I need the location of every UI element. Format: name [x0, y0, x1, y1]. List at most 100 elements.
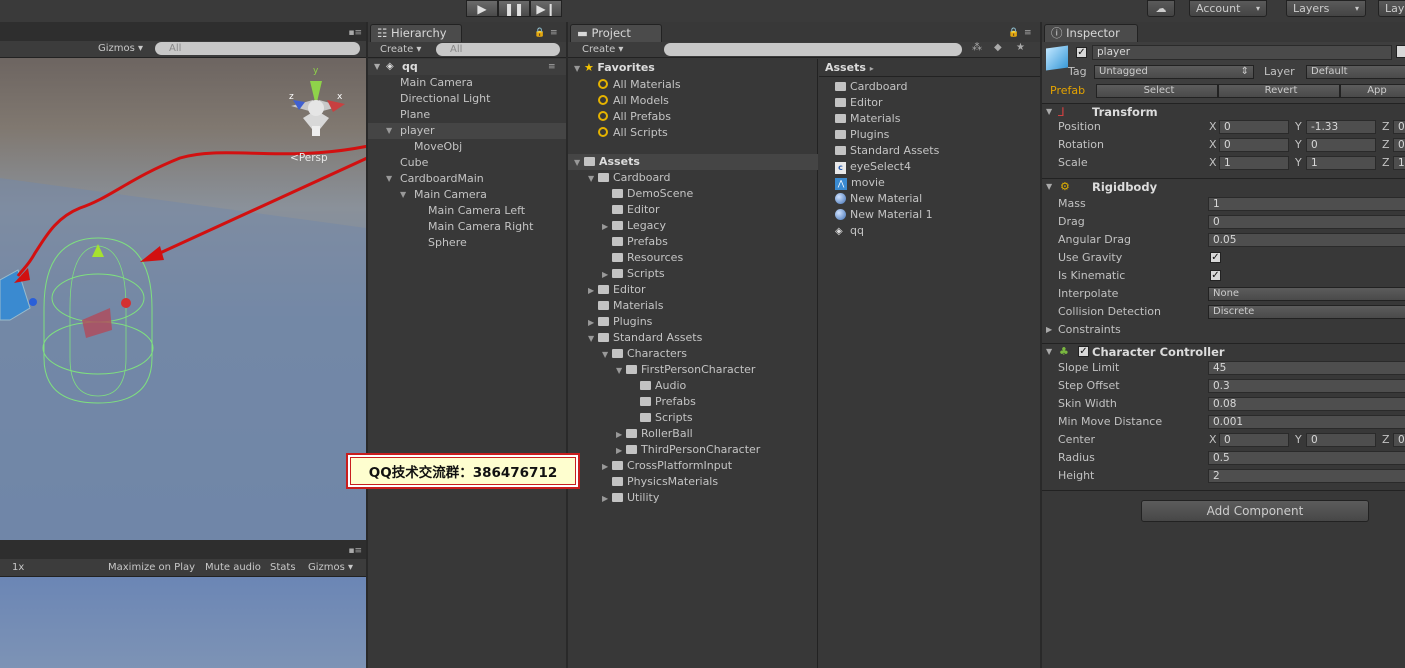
hierarchy-item[interactable]: Main Camera	[368, 75, 566, 91]
maximize-on-play-toggle[interactable]: Maximize on Play	[108, 560, 195, 575]
favorite-star-icon[interactable]: ★	[1016, 42, 1025, 53]
favorites-header[interactable]: ▼ ★ Favorites	[574, 60, 655, 76]
static-checkbox[interactable]	[1396, 45, 1405, 58]
folder-tree-item[interactable]: ▼ FirstPersonCharacter	[616, 362, 755, 378]
hierarchy-item[interactable]: ▼ Main Camera	[368, 187, 566, 203]
lock-icon[interactable]: 🔒	[1008, 28, 1019, 38]
asset-item[interactable]: Plugins	[835, 127, 889, 143]
mass-field[interactable]: 1	[1208, 197, 1405, 211]
x-field[interactable]: 0	[1219, 138, 1289, 152]
expand-arrow-icon[interactable]: ▼	[1046, 107, 1052, 116]
account-button[interactable]: Account ▾	[1189, 0, 1267, 17]
menu-icon[interactable]: ▪≡	[348, 546, 362, 556]
game-viewport[interactable]	[0, 577, 366, 668]
folder-tree-item[interactable]: ▶ Utility	[602, 490, 659, 506]
folder-tree-item[interactable]: Materials	[588, 298, 663, 314]
skin-width-field[interactable]: 0.08	[1208, 397, 1405, 411]
assets-breadcrumb[interactable]: Assets ▸	[825, 60, 874, 76]
asset-item[interactable]: New Material 1	[835, 207, 933, 223]
min-move-distance-field[interactable]: 0.001	[1208, 415, 1405, 429]
folder-tree-item[interactable]: DemoScene	[602, 186, 693, 202]
folder-tree-item[interactable]: PhysicsMaterials	[602, 474, 718, 490]
game-gizmos-dropdown[interactable]: Gizmos ▾	[308, 560, 353, 575]
cloud-icon[interactable]: ☁	[1147, 0, 1175, 17]
folder-tree-item[interactable]: ▶ Legacy	[602, 218, 666, 234]
play-icon[interactable]: ▶	[466, 0, 498, 17]
step-icon[interactable]: ▶❙	[530, 0, 562, 17]
layer-dropdown[interactable]: Default	[1306, 65, 1405, 79]
favorite-item[interactable]: All Materials	[598, 77, 681, 93]
folder-tree-item[interactable]: Prefabs	[630, 394, 696, 410]
prefab-revert-button[interactable]: Revert	[1218, 84, 1340, 98]
expand-arrow-icon[interactable]: ▼	[1046, 182, 1052, 191]
expand-arrow-icon[interactable]: ▼	[1046, 347, 1052, 356]
scene-root-row[interactable]: ▼ ◈ qq ≡	[368, 59, 566, 75]
project-create-button[interactable]: Create ▾	[582, 42, 623, 57]
is-kinematic-checkbox[interactable]: ✓	[1210, 270, 1221, 281]
scene-viewport[interactable]: y x z <Persp	[0, 58, 366, 540]
folder-tree-item[interactable]: Prefabs	[602, 234, 668, 250]
expand-arrow-icon[interactable]: ▼	[374, 59, 380, 75]
mute-audio-toggle[interactable]: Mute audio	[205, 560, 261, 575]
menu-icon[interactable]: ≡	[550, 28, 558, 38]
hierarchy-create-button[interactable]: Create ▾	[380, 42, 421, 57]
use-gravity-checkbox[interactable]: ✓	[1210, 252, 1221, 263]
scale-label[interactable]: 1x	[12, 560, 24, 575]
asset-item[interactable]: New Material	[835, 191, 922, 207]
assets-header[interactable]: ▼ Assets	[568, 154, 818, 170]
hierarchy-item[interactable]: Main Camera Right	[368, 219, 566, 235]
folder-tree-item[interactable]: Editor	[602, 202, 660, 218]
folder-tree-item[interactable]: ▶ Plugins	[588, 314, 652, 330]
folder-tree-item[interactable]: ▶ Editor	[588, 282, 646, 298]
y-field[interactable]: -1.33	[1306, 120, 1376, 134]
stats-toggle[interactable]: Stats	[270, 560, 296, 575]
layers-dropdown[interactable]: Layers ▾	[1286, 0, 1366, 17]
folder-tree-item[interactable]: ▶ CrossPlatformInput	[602, 458, 732, 474]
pause-icon[interactable]: ❚❚	[498, 0, 530, 17]
hierarchy-item[interactable]: Directional Light	[368, 91, 566, 107]
hierarchy-search-input[interactable]: All	[436, 43, 560, 56]
menu-icon[interactable]: ▪≡	[348, 28, 362, 38]
inspector-tab[interactable]: ⓘ Inspector	[1044, 24, 1138, 42]
scene-menu-icon[interactable]: ≡	[548, 59, 556, 75]
folder-tree-item[interactable]: ▶ Scripts	[602, 266, 665, 282]
asset-item[interactable]: Materials	[835, 111, 900, 127]
hierarchy-item[interactable]: Cube	[368, 155, 566, 171]
constraints-label[interactable]: Constraints	[1058, 323, 1121, 337]
asset-item[interactable]: c eyeSelect4	[835, 159, 911, 175]
menu-icon[interactable]: ≡	[1024, 28, 1032, 38]
gizmos-dropdown[interactable]: Gizmos ▾	[98, 41, 143, 56]
favorite-item[interactable]: All Prefabs	[598, 109, 671, 125]
center-y-field[interactable]: 0	[1306, 433, 1376, 447]
height-field[interactable]: 2	[1208, 469, 1405, 483]
asset-item[interactable]: Cardboard	[835, 79, 908, 95]
asset-item[interactable]: Editor	[835, 95, 883, 111]
center-x-field[interactable]: 0	[1219, 433, 1289, 447]
collapse-arrow-icon[interactable]: ▶	[1046, 325, 1052, 334]
hierarchy-item[interactable]: ▼ CardboardMain	[368, 171, 566, 187]
angular-drag-field[interactable]: 0.05	[1208, 233, 1405, 247]
tag-dropdown[interactable]: Untagged ⇕	[1094, 65, 1254, 79]
y-field[interactable]: 0	[1306, 138, 1376, 152]
hierarchy-item[interactable]: MoveObj	[368, 139, 566, 155]
prefab-apply-button[interactable]: App	[1340, 84, 1405, 98]
project-tab[interactable]: ▬ Project	[570, 24, 662, 42]
x-field[interactable]: 1	[1219, 156, 1289, 170]
hierarchy-item[interactable]: Main Camera Left	[368, 203, 566, 219]
prefab-select-button[interactable]: Select	[1096, 84, 1218, 98]
asset-item[interactable]: ⋀ movie	[835, 175, 885, 191]
folder-tree-item[interactable]: ▼ Characters	[602, 346, 687, 362]
project-search-input[interactable]	[664, 43, 962, 56]
orientation-gizmo[interactable]: y x z	[283, 66, 353, 146]
collision-detection-dropdown[interactable]: Discrete	[1208, 305, 1405, 319]
character-controller-enabled-checkbox[interactable]: ✓	[1078, 346, 1089, 357]
folder-tree-item[interactable]: ▶ RollerBall	[616, 426, 693, 442]
z-field[interactable]: 0	[1393, 120, 1405, 134]
perspective-label[interactable]: <Persp	[290, 152, 328, 164]
step-offset-field[interactable]: 0.3	[1208, 379, 1405, 393]
folder-tree-item[interactable]: Audio	[630, 378, 686, 394]
folder-tree-item[interactable]: ▼ Cardboard	[588, 170, 671, 186]
folder-tree-item[interactable]: ▼ Standard Assets	[588, 330, 702, 346]
asset-item[interactable]: Standard Assets	[835, 143, 939, 159]
folder-tree-item[interactable]: Resources	[602, 250, 683, 266]
